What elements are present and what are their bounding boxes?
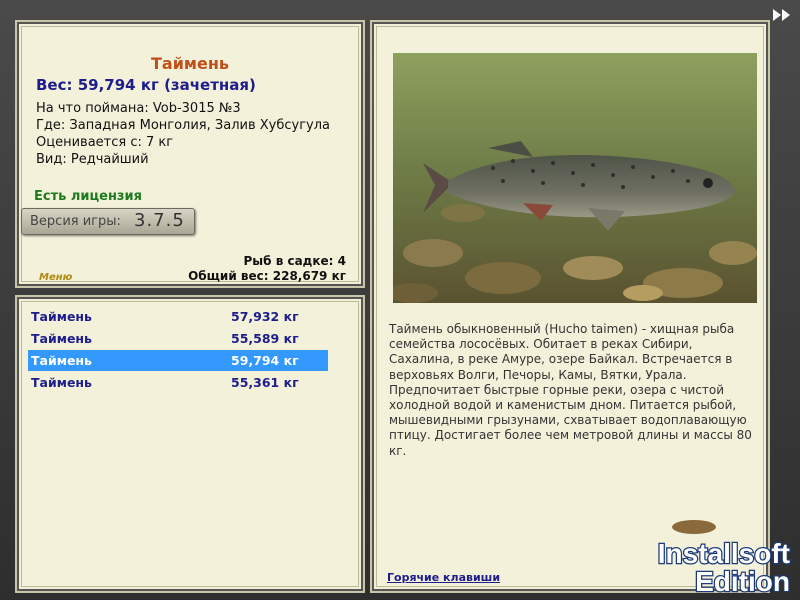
caught-with: На что поймана: Vob-3015 №3 [36,101,241,116]
menu-button[interactable]: Меню [39,272,72,283]
catch-location: Где: Западная Монголия, Залив Хубсугула [36,118,331,133]
fish-kind: Вид: Редчайший [36,152,149,167]
list-item-selected[interactable]: Таймень 59,794 кг [28,350,328,371]
version-label: Версия игры: [30,214,121,229]
svg-text:Edition: Edition [695,566,790,594]
list-item-name: Таймень [31,309,92,324]
keepnet-count: Рыб в садке: 4 [243,254,347,268]
license-status: Есть лицензия [34,189,142,204]
catch-list-panel: Таймень 57,932 кг Таймень 55,589 кг Тайм… [15,295,365,593]
fish-title: Таймень [150,54,230,73]
game-window: Таймень Вес: 59,794 кг (зачетная) На что… [0,0,800,600]
fish-description-panel: Таймень обыкновенный (Hucho taimen) - хи… [370,20,770,593]
fish-description: Таймень обыкновенный (Hucho taimen) - хи… [389,322,752,458]
list-item-weight: 57,932 кг [231,309,299,324]
list-item-name: Таймень [31,353,92,368]
version-value: 3.7.5 [134,210,185,231]
installsoft-logo: Installsoft Edition [632,519,792,598]
list-item-name: Таймень [31,331,92,346]
fast-forward-icon[interactable] [772,8,792,22]
valued-from: Оценивается с: 7 кг [36,135,174,150]
version-badge: Версия игры: 3.7.5 [21,208,195,235]
fish-info-panel: Таймень Вес: 59,794 кг (зачетная) На что… [15,20,365,288]
svg-text:Installsoft: Installsoft [658,538,790,569]
list-item-weight: 55,589 кг [231,331,299,346]
list-item[interactable]: Таймень 55,589 кг [28,328,328,349]
fish-photo [393,53,757,303]
list-item-weight: 55,361 кг [231,375,299,390]
list-item[interactable]: Таймень 57,932 кг [28,306,328,327]
hotkeys-link[interactable]: Горячие клавиши [387,571,500,584]
keepnet-total: Общий вес: 228,679 кг [188,269,346,283]
list-item-name: Таймень [31,375,92,390]
list-item[interactable]: Таймень 55,361 кг [28,372,328,393]
list-item-weight: 59,794 кг [231,353,299,368]
fish-weight: Вес: 59,794 кг (зачетная) [36,76,256,94]
